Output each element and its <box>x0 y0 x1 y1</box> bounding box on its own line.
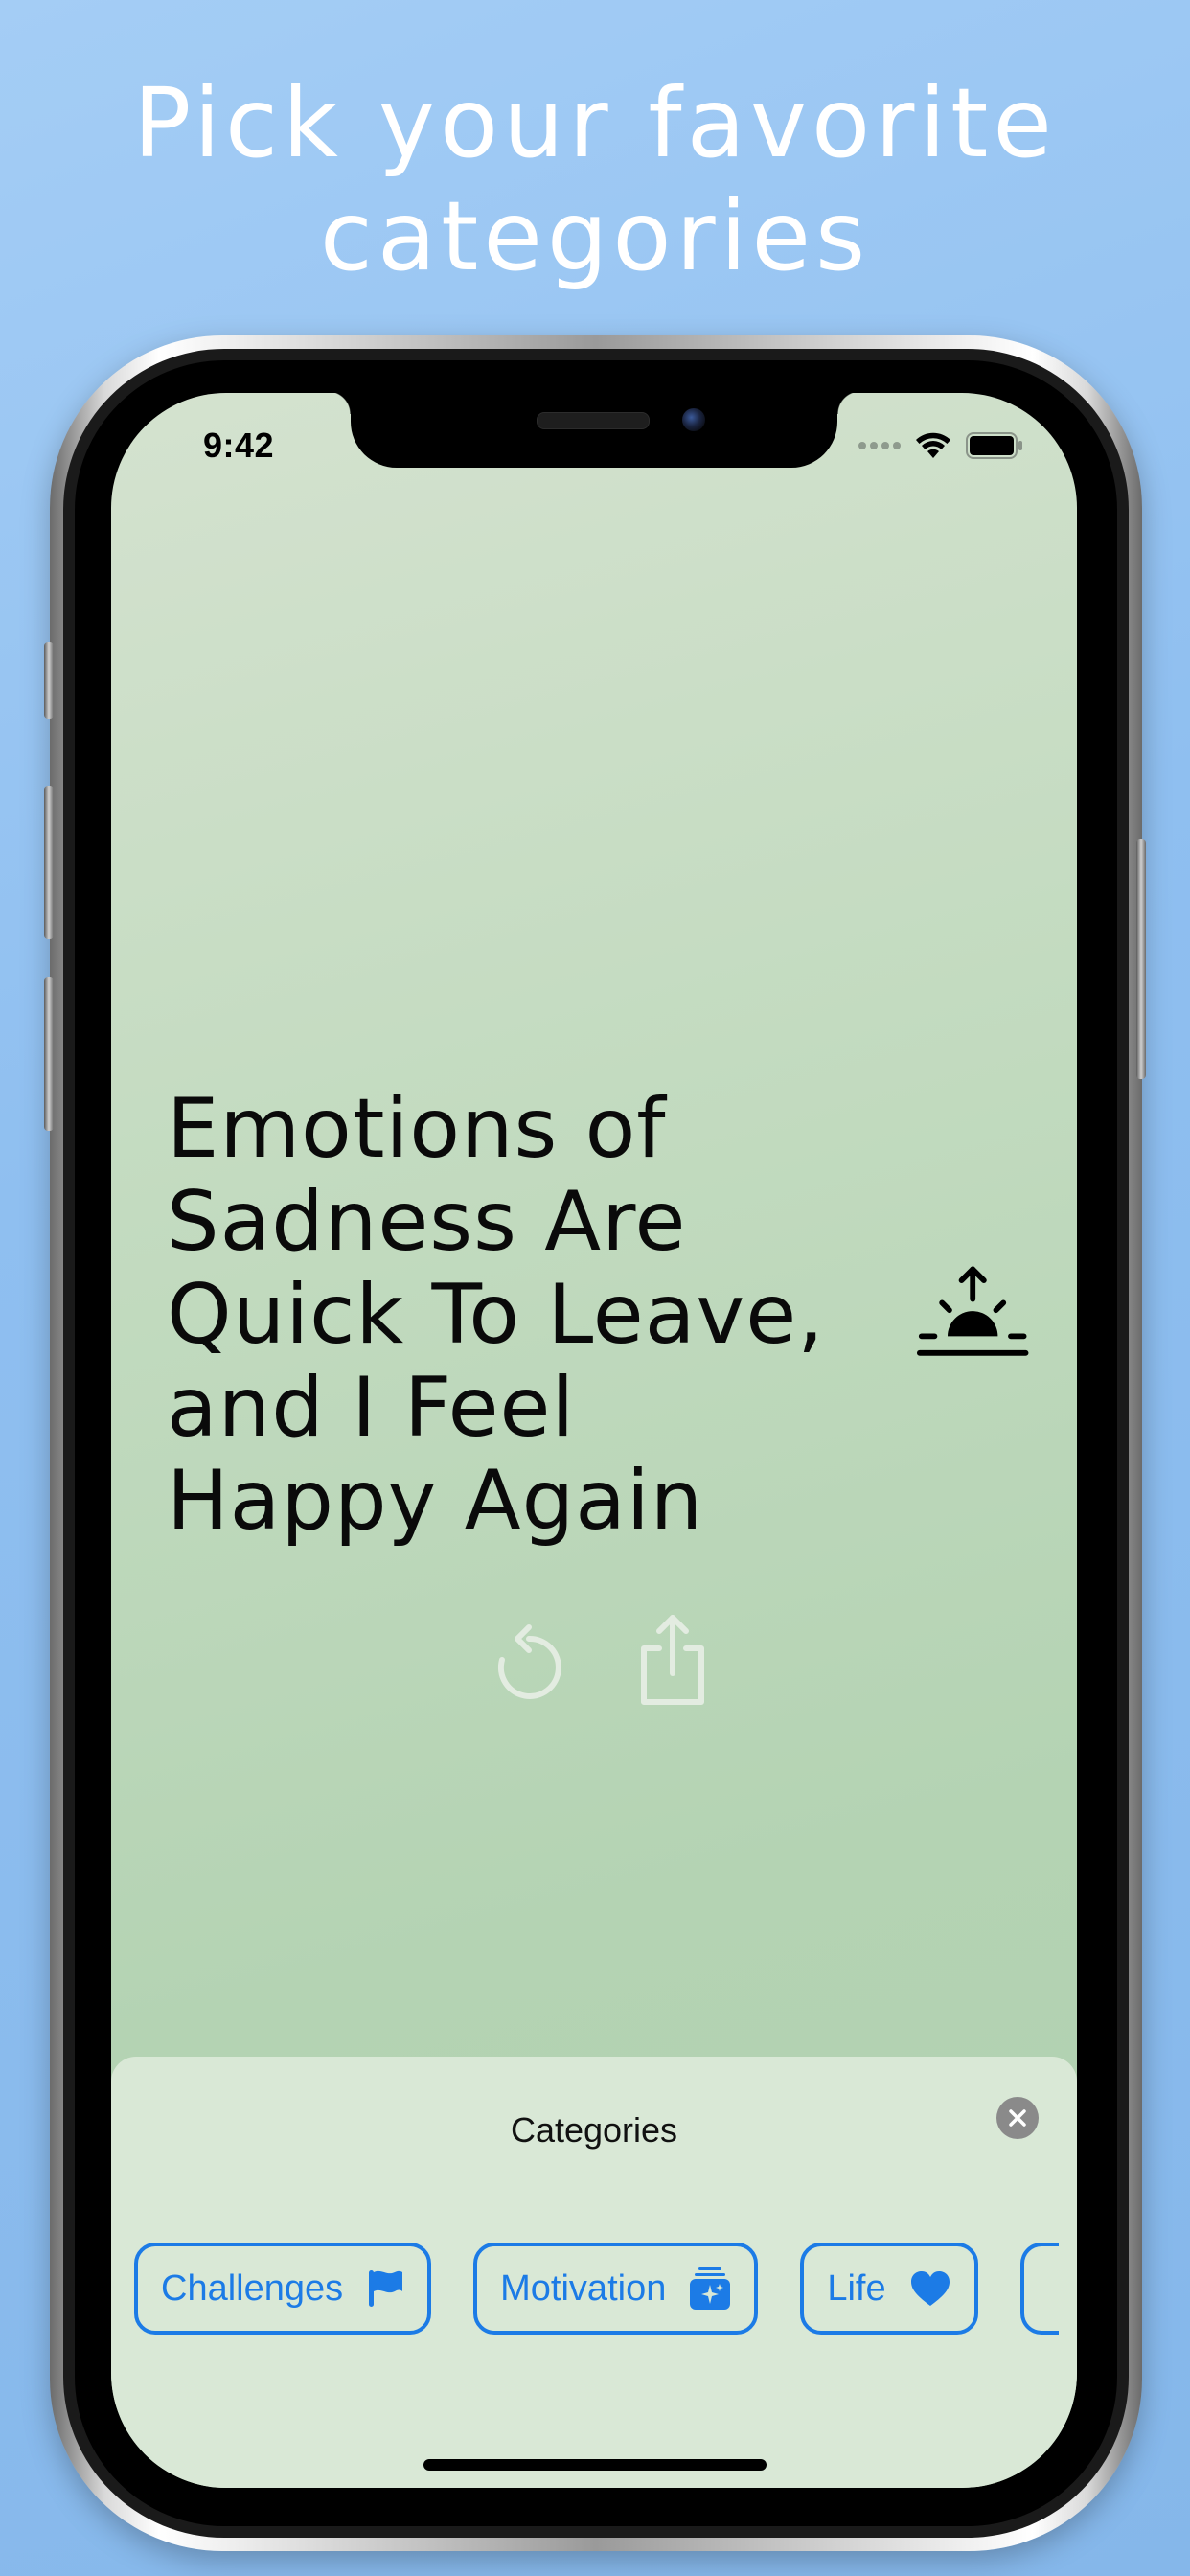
quote-line: Sadness Are <box>167 1174 687 1270</box>
headline-line-1: Pick your favorite <box>133 67 1057 179</box>
flag-icon <box>369 2270 403 2307</box>
battery-icon <box>966 432 1022 459</box>
category-chip-life[interactable]: Life <box>800 2242 978 2334</box>
cellular-signal-icon <box>858 442 901 449</box>
headline-line-2: categories <box>319 180 871 292</box>
categories-sheet: Categories Challenges Motivation Life <box>111 2057 1077 2488</box>
front-camera <box>682 408 705 431</box>
marketing-headline: Pick your favorite categories <box>0 67 1190 293</box>
refresh-icon <box>497 1624 561 1699</box>
quote-card: Emotions of Sadness Are Quick To Leave, … <box>167 1083 1029 1548</box>
share-icon <box>641 1615 704 1705</box>
close-icon <box>1009 2109 1026 2127</box>
phone-screen: 9:42 Emotions of Sadness Are Quick To Le… <box>111 393 1077 2488</box>
category-chip-challenges[interactable]: Challenges <box>134 2242 432 2334</box>
phone-power-button <box>1136 840 1146 1079</box>
category-chip-partial[interactable] <box>1019 2242 1059 2334</box>
quote-line: Quick To Leave, <box>167 1267 825 1363</box>
share-button[interactable] <box>627 1612 719 1708</box>
quote-line: and I Feel <box>167 1360 576 1456</box>
home-indicator[interactable] <box>423 2459 767 2471</box>
refresh-button[interactable] <box>483 1612 575 1708</box>
category-chip-list: Challenges Motivation Life <box>134 2242 1059 2334</box>
quote-text: Emotions of Sadness Are Quick To Leave, … <box>167 1083 874 1548</box>
quote-line: Emotions of <box>167 1081 667 1177</box>
sheet-title: Categories <box>510 2110 678 2150</box>
notch <box>328 393 860 468</box>
category-chip-motivation[interactable]: Motivation <box>473 2242 759 2334</box>
phone-volume-down-button <box>44 978 54 1131</box>
chip-label: Life <box>827 2267 886 2309</box>
sparkles-box-icon <box>690 2267 731 2310</box>
phone-volume-up-button <box>44 786 54 939</box>
close-button[interactable] <box>996 2097 1039 2139</box>
quote-line: Happy Again <box>167 1453 704 1549</box>
heart-icon <box>910 2271 950 2306</box>
sunrise-icon <box>916 1266 1029 1356</box>
wifi-icon <box>916 432 950 458</box>
phone-mute-switch <box>44 642 54 719</box>
quote-actions <box>483 1612 719 1708</box>
earpiece-speaker <box>537 412 650 429</box>
chip-label: Challenges <box>161 2267 344 2309</box>
status-time: 9:42 <box>203 426 275 465</box>
status-indicators <box>858 431 1023 460</box>
chip-label: Motivation <box>500 2267 667 2309</box>
